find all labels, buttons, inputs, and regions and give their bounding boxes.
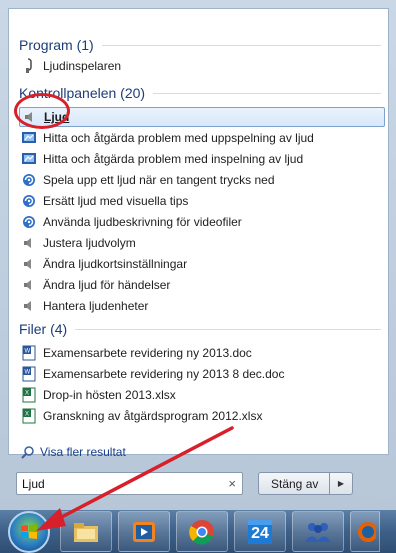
annotation-arrow	[36, 426, 234, 531]
